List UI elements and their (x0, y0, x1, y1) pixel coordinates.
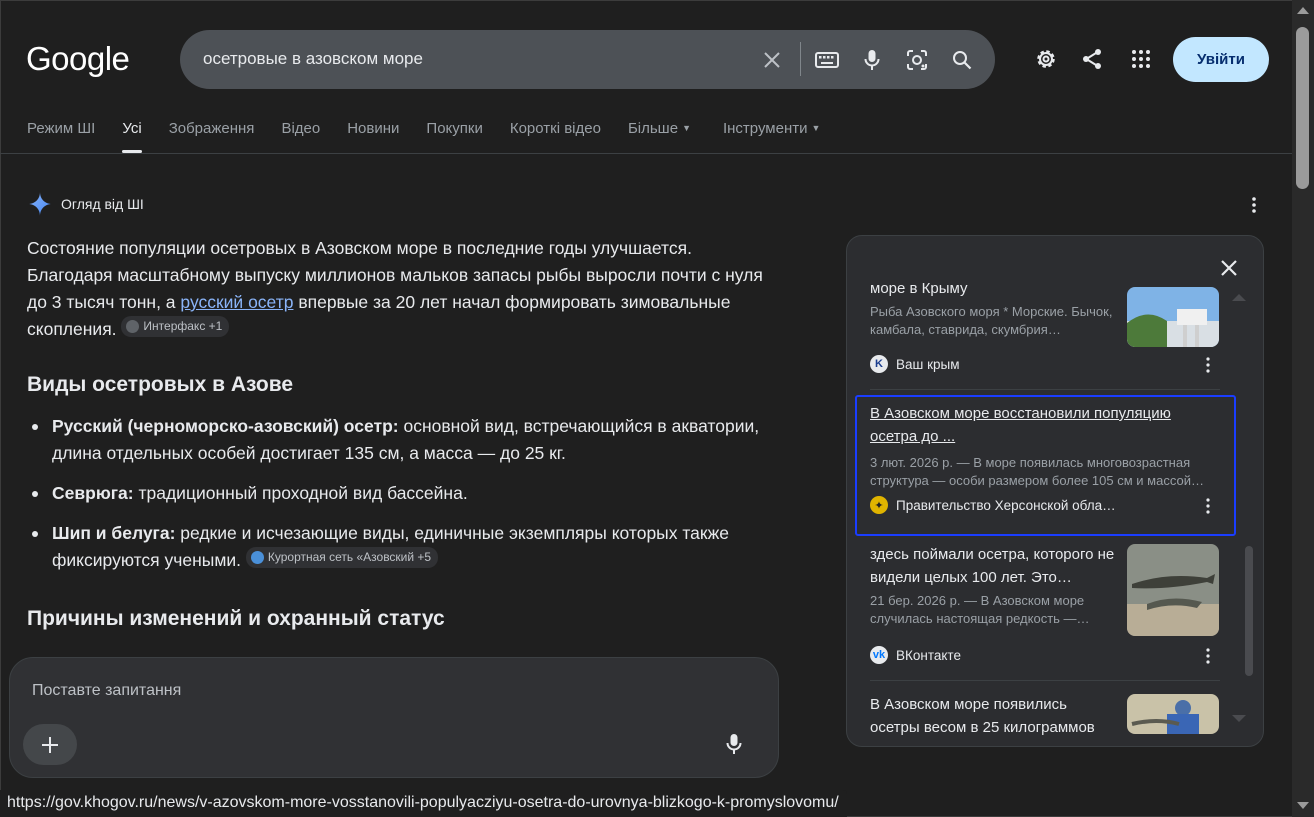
source-card[interactable]: здесь поймали осетра, которого не видели… (870, 543, 1220, 636)
source-card[interactable]: море в Крыму Рыба Азовского моря * Морск… (870, 277, 1220, 347)
signin-button[interactable]: Увійти (1173, 37, 1269, 82)
divider (870, 680, 1220, 681)
search-icon[interactable] (948, 46, 976, 74)
source-chip-label: Интерфакс +1 (143, 319, 223, 333)
tab-videos[interactable]: Відео (281, 120, 320, 137)
add-button[interactable] (23, 724, 77, 765)
tab-short-videos[interactable]: Короткі відео (510, 120, 601, 137)
plus-icon (42, 736, 58, 753)
list-item: Русский (черноморско-азовский) осетр: ос… (27, 413, 767, 467)
vk-icon: vk (870, 646, 888, 664)
settings-icon[interactable] (1031, 44, 1061, 74)
more-vert-icon[interactable] (1202, 356, 1214, 374)
google-logo[interactable]: Google (26, 40, 130, 78)
search-tabs: Режим ШІ Усі Зображення Відео Новини Пок… (27, 120, 847, 153)
russian-sturgeon-link[interactable]: русский осетр (180, 292, 293, 312)
source-card-thumbnail[interactable] (1127, 287, 1219, 347)
search-divider (800, 42, 801, 76)
tab-news[interactable]: Новини (347, 120, 399, 137)
list-item-term: Севрюга: (52, 483, 134, 503)
tabs-divider (0, 153, 1292, 154)
section-heading: Виды осетровых в Азове (27, 373, 294, 396)
chevron-down-icon: ▼ (811, 123, 821, 133)
divider (870, 389, 1220, 390)
tab-shopping[interactable]: Покупки (426, 120, 482, 137)
ask-placeholder[interactable]: Поставте запитання (32, 682, 181, 700)
more-vert-icon[interactable] (1202, 647, 1214, 665)
list-item-text: традиционный проходной вид бассейна. (133, 483, 468, 503)
source-chip[interactable]: Курортная сеть «Азовский +5 (245, 547, 439, 568)
source-card-thumbnail[interactable] (1127, 544, 1219, 636)
source-chip[interactable]: Интерфакс +1 (121, 316, 230, 337)
source-card-title[interactable]: здесь поймали осетра, которого не видели… (870, 543, 1115, 589)
site-icon (250, 551, 264, 564)
apps-icon[interactable] (1126, 44, 1156, 74)
source-card[interactable]: В Азовском море появились осетры весом в… (870, 693, 1220, 739)
search-box[interactable]: осетровые в азовском море (180, 30, 995, 89)
more-vert-icon[interactable] (1202, 497, 1214, 515)
source-card-snippet: 21 бер. 2026 р. — В Азовском море случил… (870, 593, 1090, 626)
ai-overview-header: Огляд від ШІ (27, 191, 144, 217)
list-item: Севрюга: традиционный проходной вид басс… (27, 480, 767, 507)
panel-scroll-down-icon[interactable] (1231, 714, 1247, 724)
source-card-title[interactable]: В Азовском море появились осетры весом в… (870, 693, 1115, 739)
sources-panel: море в Крыму Рыба Азовского моря * Морск… (846, 235, 1264, 747)
tab-all[interactable]: Усі (122, 120, 143, 153)
coat-of-arms-icon: ✦ (870, 496, 888, 514)
sparkle-icon (28, 192, 52, 216)
source-site[interactable]: ✦ Правительство Херсонской обла… (870, 496, 1116, 514)
page-scrollbar[interactable] (1292, 0, 1314, 817)
tab-tools-label: Інструменти (722, 120, 808, 137)
more-vert-icon[interactable] (1246, 195, 1262, 215)
section-heading: Причины изменений и охранный статус (27, 607, 445, 630)
panel-scroll-up-icon[interactable] (1231, 292, 1247, 302)
source-site[interactable]: K Ваш крым (870, 355, 960, 373)
globe-icon (126, 320, 140, 333)
species-list: Русский (черноморско-азовский) осетр: ос… (27, 413, 767, 587)
mic-icon[interactable] (858, 46, 886, 74)
search-query[interactable]: осетровые в азовском море (203, 49, 423, 69)
panel-scrollbar[interactable] (1245, 546, 1253, 676)
source-card-title[interactable]: море в Крыму (870, 277, 1115, 300)
source-card-title[interactable]: В Азовском море восстановили популяцию о… (870, 402, 1210, 448)
source-card-thumbnail[interactable] (1127, 694, 1219, 734)
list-item-term: Шип и белуга: (52, 523, 176, 543)
source-site[interactable]: vk ВКонтакте (870, 646, 961, 664)
tab-ai-mode[interactable]: Режим ШІ (27, 120, 95, 137)
tab-images[interactable]: Зображення (169, 120, 255, 137)
source-card-snippet: Рыба Азовского моря * Морские. Бычок, ка… (870, 304, 1113, 337)
ask-input[interactable]: Поставте запитання (9, 657, 779, 778)
tab-more[interactable]: Більше ▼ (628, 120, 691, 137)
source-chip-label: Курортная сеть «Азовский +5 (267, 550, 432, 564)
source-site-name: ВКонтакте (896, 647, 961, 663)
status-bar-url: https://gov.khogov.ru/news/v-azovskom-mo… (0, 790, 847, 817)
mic-icon[interactable] (726, 733, 742, 755)
scroll-up-icon[interactable] (1297, 7, 1309, 14)
tab-more-label: Більше (627, 120, 679, 137)
list-item-term: Русский (черноморско-азовский) осетр: (52, 416, 399, 436)
tab-tools[interactable]: Інструменти ▼ (723, 120, 820, 137)
share-icon[interactable] (1077, 44, 1107, 74)
scroll-thumb[interactable] (1296, 27, 1309, 189)
chevron-down-icon: ▼ (682, 123, 691, 133)
keyboard-icon[interactable] (813, 46, 841, 74)
site-k-icon: K (870, 355, 888, 373)
source-site-name: Ваш крым (896, 356, 960, 372)
ai-overview-title: Огляд від ШІ (61, 196, 144, 212)
source-card-snippet: 3 лют. 2026 р. — В море появилась многов… (870, 455, 1204, 488)
source-card[interactable]: В Азовском море восстановили популяцию о… (870, 402, 1220, 490)
list-item: Шип и белуга: редкие и исчезающие виды, … (27, 520, 767, 574)
scroll-down-icon[interactable] (1297, 802, 1309, 809)
ai-summary: Состояние популяции осетровых в Азовском… (27, 235, 767, 343)
source-site-name: Правительство Херсонской обла… (896, 497, 1116, 513)
clear-icon[interactable] (758, 46, 786, 74)
lens-icon[interactable] (903, 46, 931, 74)
